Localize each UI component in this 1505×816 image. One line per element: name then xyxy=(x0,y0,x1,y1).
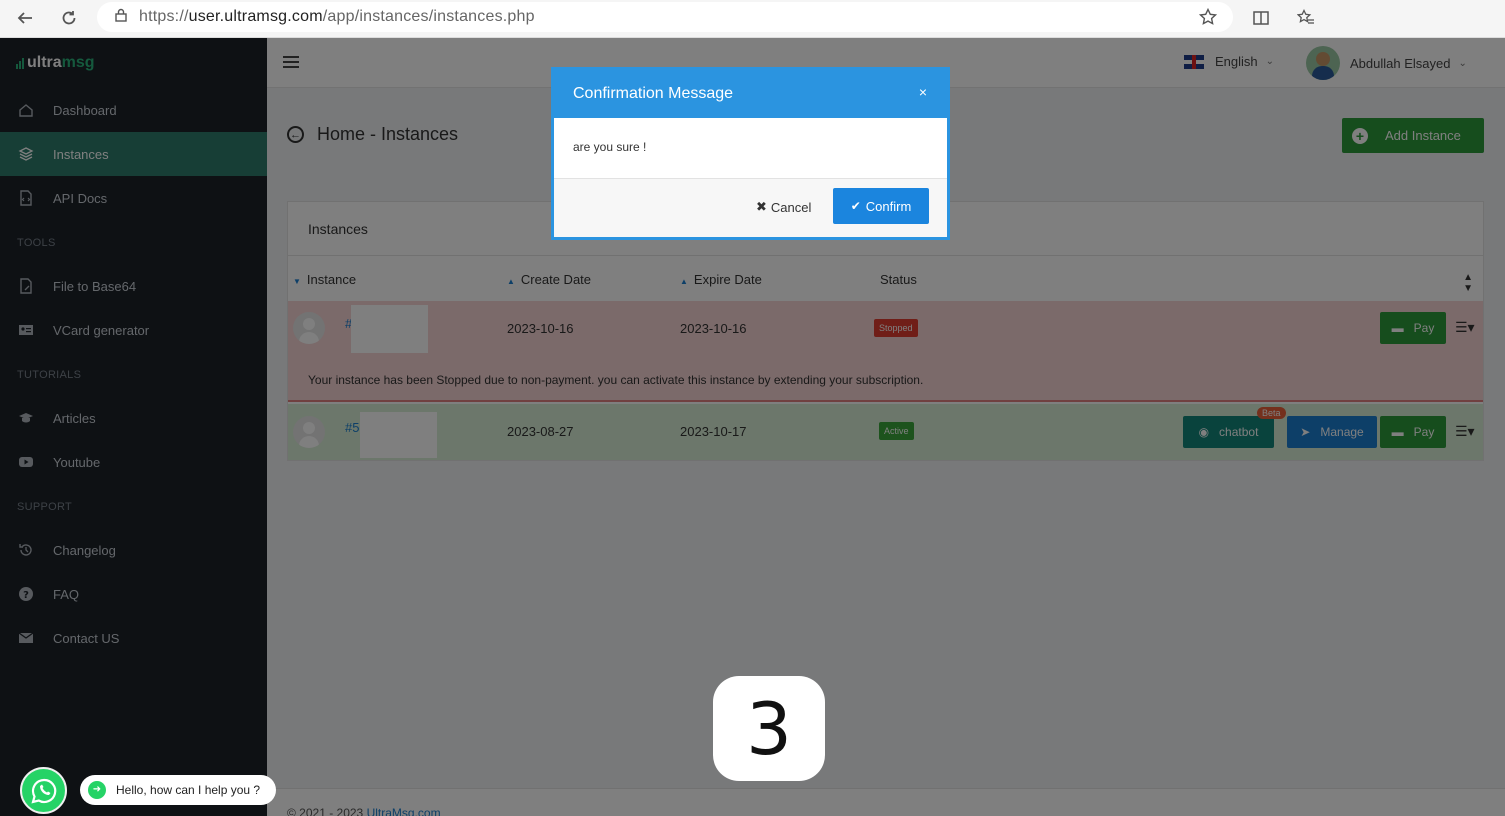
cancel-button[interactable]: ✖ Cancel xyxy=(756,199,811,215)
url-host: user.ultramsg.com xyxy=(188,8,323,25)
confirm-label: Confirm xyxy=(865,198,912,214)
url-path: /app/instances/instances.php xyxy=(322,8,535,25)
url-scheme: https:// xyxy=(139,8,189,25)
whatsapp-chat-bubble[interactable]: ➜ Hello, how can I help you ? xyxy=(80,775,276,805)
confirmation-dialog: Confirmation Message × are you sure ! ✖ … xyxy=(551,67,950,240)
address-bar[interactable]: https://user.ultramsg.com/app/instances/… xyxy=(97,2,1233,32)
cancel-label: Cancel xyxy=(770,199,812,215)
dialog-title: Confirmation Message xyxy=(573,85,734,102)
dialog-body: are you sure ! xyxy=(554,118,947,179)
whatsapp-message: Hello, how can I help you ? xyxy=(116,783,261,797)
reload-icon[interactable] xyxy=(57,6,81,30)
dialog-message: are you sure ! xyxy=(573,140,647,154)
split-screen-icon[interactable] xyxy=(1249,6,1273,30)
dialog-footer: ✖ Cancel ✔ Confirm xyxy=(554,179,947,237)
whatsapp-icon[interactable] xyxy=(20,767,67,814)
lock-icon xyxy=(115,8,127,27)
check-icon: ✔ xyxy=(850,199,861,213)
browser-toolbar: https://user.ultramsg.com/app/instances/… xyxy=(0,0,1505,38)
back-arrow-icon[interactable] xyxy=(13,6,37,30)
confirm-button[interactable]: ✔ Confirm xyxy=(833,188,929,224)
dialog-header: Confirmation Message × xyxy=(554,70,947,118)
close-x-icon: ✖ xyxy=(756,199,767,214)
favorites-icon[interactable] xyxy=(1294,6,1318,30)
countdown-badge: 3 xyxy=(713,676,825,781)
close-icon[interactable]: × xyxy=(919,84,927,100)
arrow-right-icon: ➜ xyxy=(88,781,106,799)
star-icon[interactable] xyxy=(1198,7,1218,31)
